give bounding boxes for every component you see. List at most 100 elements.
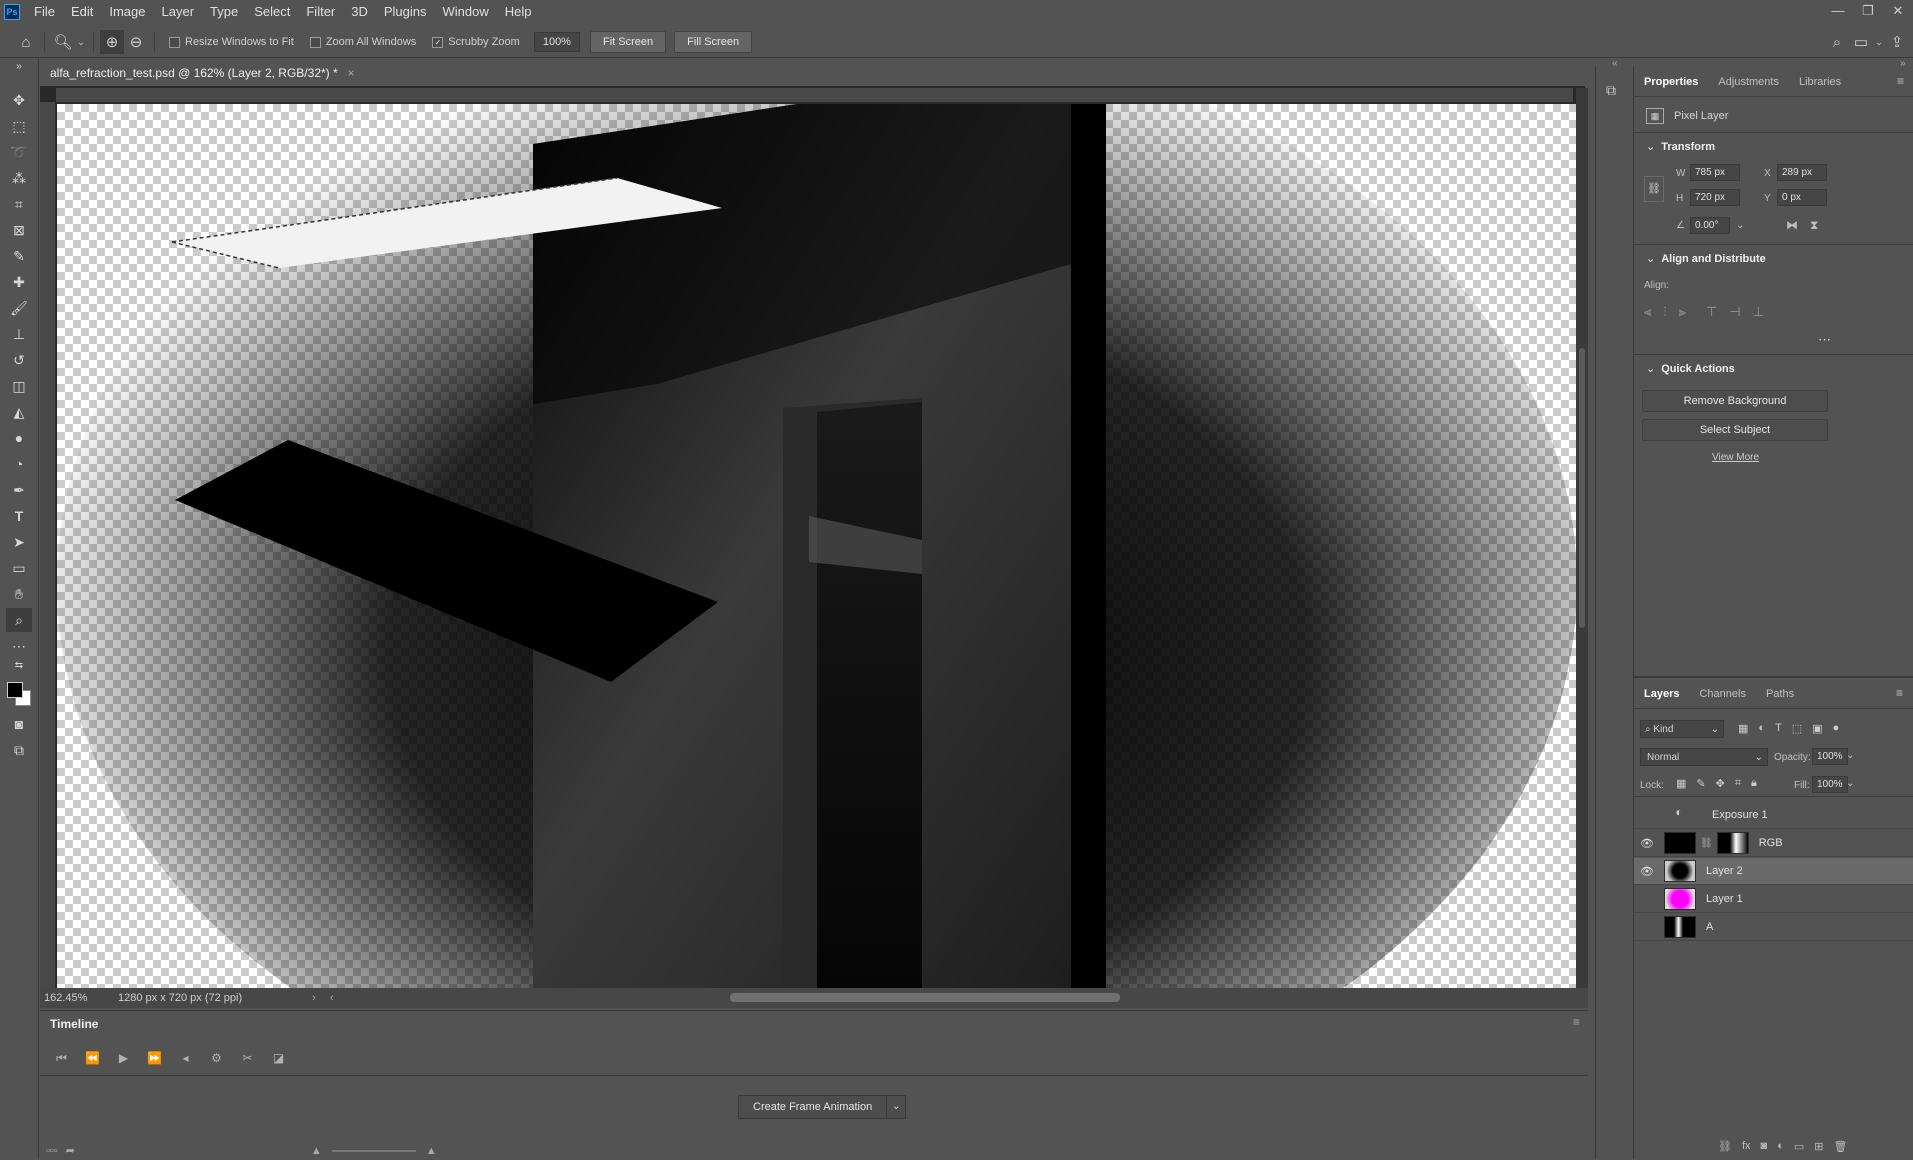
panel-menu-icon[interactable]: ≡	[1887, 74, 1913, 96]
chevron-down-icon[interactable]: ⌄	[1846, 750, 1854, 761]
new-adjustment-icon[interactable]: ◐	[1777, 1140, 1784, 1153]
brush-tool-icon[interactable]: 🖌︎	[6, 296, 32, 320]
menu-type[interactable]: Type	[202, 0, 246, 24]
view-more-link[interactable]: View More	[1712, 452, 1759, 463]
angle-field[interactable]: 0.00°	[1690, 217, 1730, 234]
document-tab[interactable]: alfa_refraction_test.psd @ 162% (Layer 2…	[40, 60, 365, 88]
zoom-all-checkbox[interactable]: Zoom All Windows	[309, 36, 416, 48]
y-field[interactable]: 0 px	[1777, 189, 1827, 206]
foreground-color-swatch[interactable]	[7, 682, 23, 698]
chevron-down-icon[interactable]: ⌄	[887, 1095, 907, 1119]
paint-bucket-tool-icon[interactable]: ◭	[6, 400, 32, 424]
tab-channels[interactable]: Channels	[1689, 688, 1755, 708]
link-layers-icon[interactable]: ⛓	[1718, 1140, 1732, 1153]
convert-icon[interactable]: ➦	[66, 1144, 75, 1157]
align-left-icon[interactable]: ⫷	[1644, 304, 1651, 320]
blur-tool-icon[interactable]: ●	[6, 426, 32, 450]
settings-icon[interactable]: ⚙	[201, 1051, 232, 1065]
first-frame-icon[interactable]: ⏮	[46, 1051, 77, 1066]
share-icon[interactable]: ⇪	[1885, 30, 1909, 54]
resize-windows-checkbox[interactable]: Resize Windows to Fit	[169, 36, 294, 48]
height-field[interactable]: 720 px	[1690, 189, 1740, 206]
tab-libraries[interactable]: Libraries	[1789, 76, 1851, 96]
swap-colors-icon[interactable]: ⇆	[6, 658, 32, 672]
align-center-h-icon[interactable]: ⫶	[1663, 304, 1666, 320]
close-icon[interactable]: ✕	[1883, 0, 1913, 24]
vertical-ruler[interactable]	[40, 102, 56, 992]
minimize-icon[interactable]: —	[1823, 0, 1853, 24]
audio-icon[interactable]: ◂	[170, 1051, 201, 1065]
play-icon[interactable]: ▶	[108, 1051, 139, 1065]
zoom-tool-icon[interactable]: ⌕	[6, 608, 32, 632]
menu-edit[interactable]: Edit	[63, 0, 101, 24]
new-group-icon[interactable]: ▭	[1794, 1140, 1804, 1153]
kind-filter-select[interactable]: ⌕ Kind ⌄	[1640, 720, 1724, 738]
horizontal-ruler[interactable]	[56, 88, 1573, 103]
zoom-in-icon[interactable]: ⊕	[100, 30, 124, 54]
hand-tool-icon[interactable]: ✋︎	[6, 582, 32, 606]
filter-smart-object-icon[interactable]: ▣	[1812, 722, 1822, 735]
menu-3d[interactable]: 3D	[343, 0, 376, 24]
magic-wand-tool-icon[interactable]: ⁂	[6, 166, 32, 190]
move-tool-icon[interactable]: ✥	[6, 88, 32, 112]
filter-toggle-icon[interactable]: ●	[1833, 722, 1840, 735]
new-layer-icon[interactable]: ⊞	[1814, 1140, 1823, 1153]
align-bottom-icon[interactable]: ⊥	[1753, 304, 1764, 320]
status-chevron-icon[interactable]: ›	[312, 992, 316, 1004]
zoom-in-timeline-icon[interactable]: ▲	[426, 1145, 437, 1157]
menu-help[interactable]: Help	[497, 0, 540, 24]
eyedropper-tool-icon[interactable]: ✎	[6, 244, 32, 268]
transform-header[interactable]: Transform	[1634, 136, 1715, 158]
stamp-tool-icon[interactable]: ⊥	[6, 322, 32, 346]
layer-row-a[interactable]: A	[1634, 914, 1913, 941]
flip-horizontal-icon[interactable]: ⧓	[1786, 218, 1798, 232]
fill-screen-button[interactable]: Fill Screen	[674, 31, 753, 53]
zoom-percent-field[interactable]: 100%	[533, 32, 580, 52]
next-frame-icon[interactable]: ⏩	[139, 1051, 170, 1065]
lasso-tool-icon[interactable]: ➰	[6, 140, 32, 164]
marquee-tool-icon[interactable]: ⬚	[6, 114, 32, 138]
blend-mode-select[interactable]: Normal ⌄	[1640, 748, 1768, 766]
lock-transparency-icon[interactable]: ▦	[1676, 777, 1686, 790]
menu-plugins[interactable]: Plugins	[376, 0, 435, 24]
frames-icon[interactable]: ▫▫▫	[46, 1145, 58, 1157]
lock-artboard-icon[interactable]: ⌗	[1735, 777, 1741, 790]
filter-pixel-icon[interactable]: ▦	[1738, 722, 1748, 735]
zoom-out-icon[interactable]: ⊖	[124, 30, 148, 54]
transition-icon[interactable]: ◪	[263, 1051, 294, 1065]
menu-window[interactable]: Window	[435, 0, 497, 24]
menu-select[interactable]: Select	[246, 0, 298, 24]
eye-icon[interactable]: 👁︎	[1634, 837, 1660, 850]
quick-mask-icon[interactable]: ◙	[6, 712, 32, 736]
flip-vertical-icon[interactable]: ⧗	[1810, 218, 1818, 233]
scroll-left-icon[interactable]: ‹	[330, 992, 334, 1004]
add-mask-icon[interactable]: ◙	[1761, 1140, 1768, 1153]
menu-layer[interactable]: Layer	[154, 0, 203, 24]
remove-background-button[interactable]: Remove Background	[1642, 390, 1828, 412]
layer-row-layer-1[interactable]: Layer 1	[1634, 886, 1913, 913]
more-options-icon[interactable]: ⋯	[1818, 332, 1831, 348]
tab-properties[interactable]: Properties	[1634, 76, 1708, 96]
select-subject-button[interactable]: Select Subject	[1642, 419, 1828, 441]
menu-file[interactable]: File	[26, 0, 63, 24]
tab-paths[interactable]: Paths	[1756, 688, 1804, 708]
mask-link-icon[interactable]: ⛓	[1700, 838, 1713, 849]
fit-screen-button[interactable]: Fit Screen	[589, 31, 667, 53]
quick-actions-header[interactable]: Quick Actions	[1634, 358, 1735, 380]
restore-icon[interactable]: ❐	[1853, 0, 1883, 24]
mask-thumbnail[interactable]	[1716, 832, 1749, 854]
chevron-down-icon[interactable]: ⌄	[1846, 778, 1854, 789]
link-icon[interactable]: ⛓	[1644, 176, 1664, 202]
x-field[interactable]: 289 px	[1777, 164, 1827, 181]
width-field[interactable]: 785 px	[1690, 164, 1740, 181]
vertical-scrollbar[interactable]	[1576, 88, 1588, 988]
chevron-down-icon[interactable]: ⌄	[1736, 220, 1744, 231]
filter-adjustment-icon[interactable]: ◐	[1758, 722, 1765, 735]
align-right-icon[interactable]: ⫸	[1679, 304, 1686, 320]
menu-image[interactable]: Image	[101, 0, 153, 24]
close-tab-icon[interactable]: ×	[348, 66, 355, 80]
home-icon[interactable]: ⌂	[14, 30, 38, 54]
panel-menu-icon[interactable]: ≡	[1573, 1015, 1580, 1029]
chevron-down-icon[interactable]: ⌄	[75, 30, 87, 54]
menu-filter[interactable]: Filter	[298, 0, 343, 24]
